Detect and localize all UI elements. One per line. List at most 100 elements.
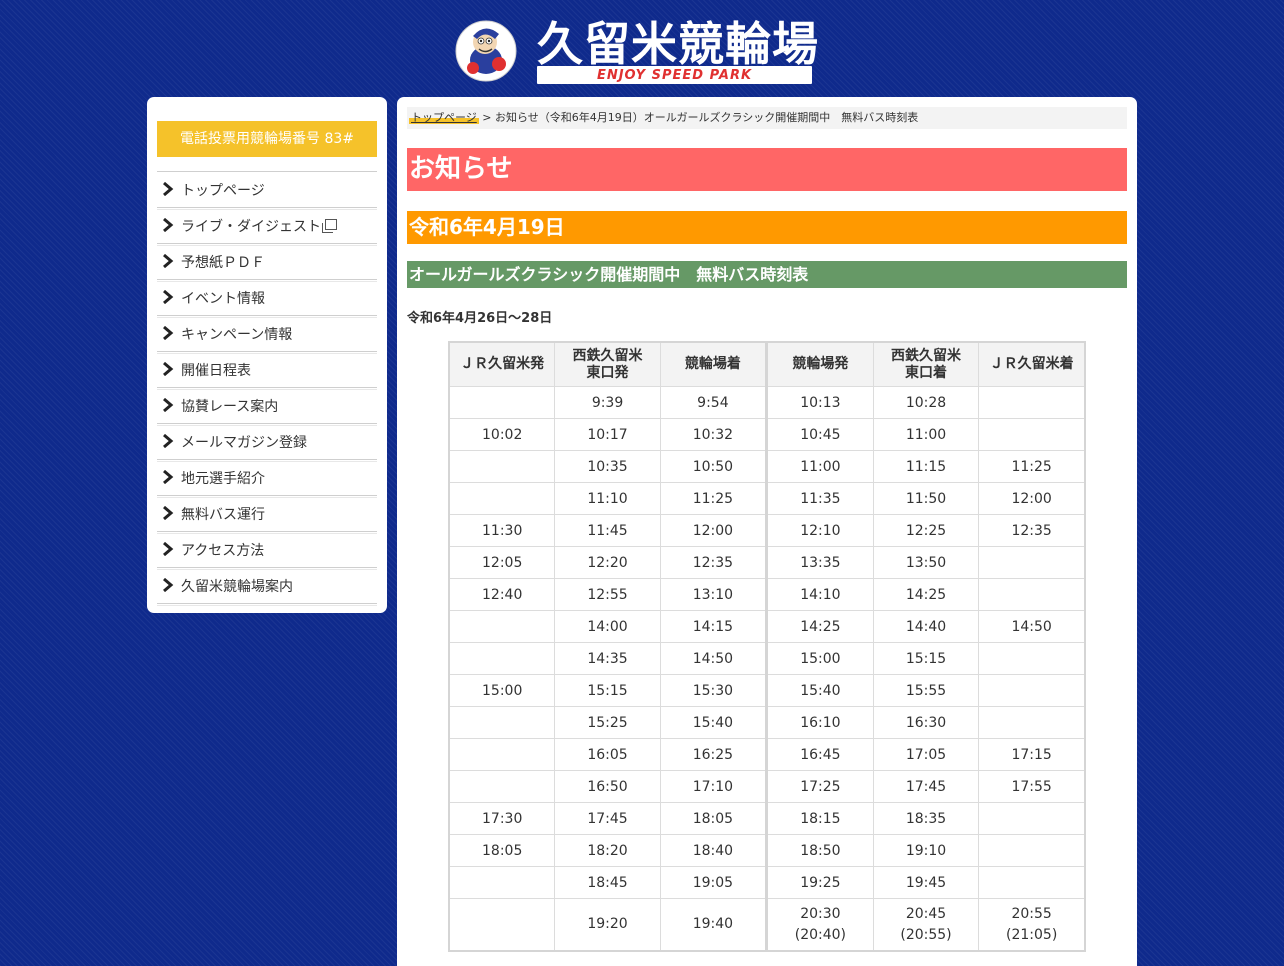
- table-cell: 12:05: [448, 546, 556, 579]
- table-cell: [978, 706, 1086, 739]
- table-cell: 12:35: [978, 514, 1086, 547]
- table-cell: 20:55 (21:05): [978, 898, 1086, 952]
- table-cell: 10:50: [659, 450, 769, 483]
- table-cell: 19:20: [554, 898, 661, 952]
- column-header: ＪＲ久留米発: [448, 341, 556, 387]
- sidebar-item-label: トップページ: [181, 183, 265, 199]
- table-cell: 12:00: [659, 514, 769, 547]
- sidebar-item-local-riders[interactable]: 地元選手紹介: [157, 460, 377, 498]
- chevron-right-icon: [163, 542, 174, 556]
- table-cell: 14:35: [554, 642, 661, 675]
- table-row: 12:05 12:20 12:35 13:35 13:50: [448, 546, 1086, 579]
- table-cell: 13:50: [872, 546, 980, 579]
- table-cell: [978, 546, 1086, 579]
- table-cell: 10:17: [554, 418, 661, 451]
- table-cell: 12:00: [978, 482, 1086, 515]
- table-header-row: ＪＲ久留米発 西鉄久留米 東口発 競輪場着 競輪場発 西鉄久留米 東口着 ＪＲ久留米…: [448, 341, 1086, 387]
- column-header: 西鉄久留米 東口着: [872, 341, 980, 387]
- table-cell: 17:05: [872, 738, 980, 771]
- sidebar-item-label: 地元選手紹介: [181, 471, 265, 487]
- mascot-logo[interactable]: [455, 20, 517, 82]
- table-cell: 12:10: [766, 514, 874, 547]
- table-cell: 17:45: [872, 770, 980, 803]
- table-cell: 17:30: [448, 802, 556, 835]
- sidebar-item-free-bus[interactable]: 無料バス運行: [157, 496, 377, 534]
- table-cell: 17:15: [978, 738, 1086, 771]
- chevron-right-icon: [163, 578, 174, 592]
- sidebar-item-top[interactable]: トップページ: [157, 172, 377, 210]
- breadcrumb: トップページ > お知らせ（令和6年4月19日）オールガールズクラシック開催期間…: [407, 107, 1127, 129]
- chevron-right-icon: [163, 218, 174, 232]
- table-cell: 14:10: [766, 578, 874, 611]
- table-cell: 9:39: [554, 386, 661, 419]
- table-row: 11:10 11:25 11:35 11:50 12:00: [448, 482, 1086, 515]
- sidebar-item-prediction-pdf[interactable]: 予想紙ＰＤＦ: [157, 244, 377, 282]
- sidebar-item-mail-magazine[interactable]: メールマガジン登録: [157, 424, 377, 462]
- sidebar-item-live-digest[interactable]: ライブ・ダイジェスト: [157, 208, 377, 246]
- chevron-right-icon: [163, 398, 174, 412]
- table-cell: 9:54: [659, 386, 769, 419]
- chevron-right-icon: [163, 182, 174, 196]
- table-cell: 11:30: [448, 514, 556, 547]
- sidebar-item-schedule[interactable]: 開催日程表: [157, 352, 377, 390]
- table-row: 18:45 19:05 19:25 19:45: [448, 866, 1086, 899]
- table-cell: 15:30: [659, 674, 769, 707]
- table-cell: 15:25: [554, 706, 661, 739]
- sidebar-item-events[interactable]: イベント情報: [157, 280, 377, 318]
- table-cell: 18:35: [872, 802, 980, 835]
- table-cell: [448, 898, 556, 952]
- column-header: 西鉄久留米 東口発: [554, 341, 661, 387]
- table-cell: 14:25: [766, 610, 874, 643]
- table-cell: 18:05: [659, 802, 769, 835]
- breadcrumb-current: お知らせ（令和6年4月19日）オールガールズクラシック開催期間中 無料バス時刻表: [495, 111, 919, 124]
- column-header: 競輪場着: [659, 341, 769, 387]
- table-cell: 16:05: [554, 738, 661, 771]
- breadcrumb-home-link[interactable]: トップページ: [409, 111, 479, 124]
- table-cell: [448, 706, 556, 739]
- table-row: 15:25 15:40 16:10 16:30: [448, 706, 1086, 739]
- table-cell: 12:40: [448, 578, 556, 611]
- sidebar-item-sponsored-races[interactable]: 協賛レース案内: [157, 388, 377, 426]
- table-cell: 16:25: [659, 738, 769, 771]
- sidebar-item-campaigns[interactable]: キャンペーン情報: [157, 316, 377, 354]
- sidebar-item-label: ライブ・ダイジェスト: [181, 219, 321, 235]
- table-cell: 14:50: [659, 642, 769, 675]
- sidebar-item-label: アクセス方法: [181, 543, 265, 559]
- table-cell: [978, 866, 1086, 899]
- table-row: 10:02 10:17 10:32 10:45 11:00: [448, 418, 1086, 451]
- table-cell: [978, 386, 1086, 419]
- sidebar-item-velodrome-guide[interactable]: 久留米競輪場案内: [157, 568, 377, 606]
- sidebar-item-label: 予想紙ＰＤＦ: [181, 255, 265, 271]
- table-cell: 13:10: [659, 578, 769, 611]
- table-row: 19:20 19:40 20:30 (20:40) 20:45 (20:55) 20:55(…: [448, 898, 1086, 952]
- timetable-body: 9:39 9:54 10:13 10:28 10:02 10:17 10:32 10:45 11…: [448, 386, 1086, 952]
- sidebar-item-label: 無料バス運行: [181, 507, 265, 523]
- table-cell: 17:45: [554, 802, 661, 835]
- table-cell: 19:45: [872, 866, 980, 899]
- table-cell: 15:00: [448, 674, 556, 707]
- table-cell: [978, 802, 1086, 835]
- table-cell: 19:25: [766, 866, 874, 899]
- table-cell: [978, 674, 1086, 707]
- chevron-right-icon: [163, 506, 174, 520]
- sidebar-item-access[interactable]: アクセス方法: [157, 532, 377, 570]
- column-header: 競輪場発: [766, 341, 874, 387]
- table-cell: 12:20: [554, 546, 661, 579]
- table-cell: 14:15: [659, 610, 769, 643]
- table-cell: 17:10: [659, 770, 769, 803]
- chevron-right-icon: [163, 362, 174, 376]
- sidebar-item-label: キャンペーン情報: [181, 327, 293, 343]
- table-cell: 15:40: [766, 674, 874, 707]
- table-cell: 19:05: [659, 866, 769, 899]
- table-cell: 18:45: [554, 866, 661, 899]
- table-cell: [448, 642, 556, 675]
- table-cell: 18:20: [554, 834, 661, 867]
- service-period: 令和6年4月26日～28日: [407, 311, 553, 326]
- table-row: 12:40 12:55 13:10 14:10 14:25: [448, 578, 1086, 611]
- site-tagline: ENJOY SPEED PARK: [596, 68, 753, 83]
- chevron-right-icon: [163, 254, 174, 268]
- table-cell: 15:15: [872, 642, 980, 675]
- table-cell: 17:55: [978, 770, 1086, 803]
- table-cell: 16:10: [766, 706, 874, 739]
- table-cell: 14:00: [554, 610, 661, 643]
